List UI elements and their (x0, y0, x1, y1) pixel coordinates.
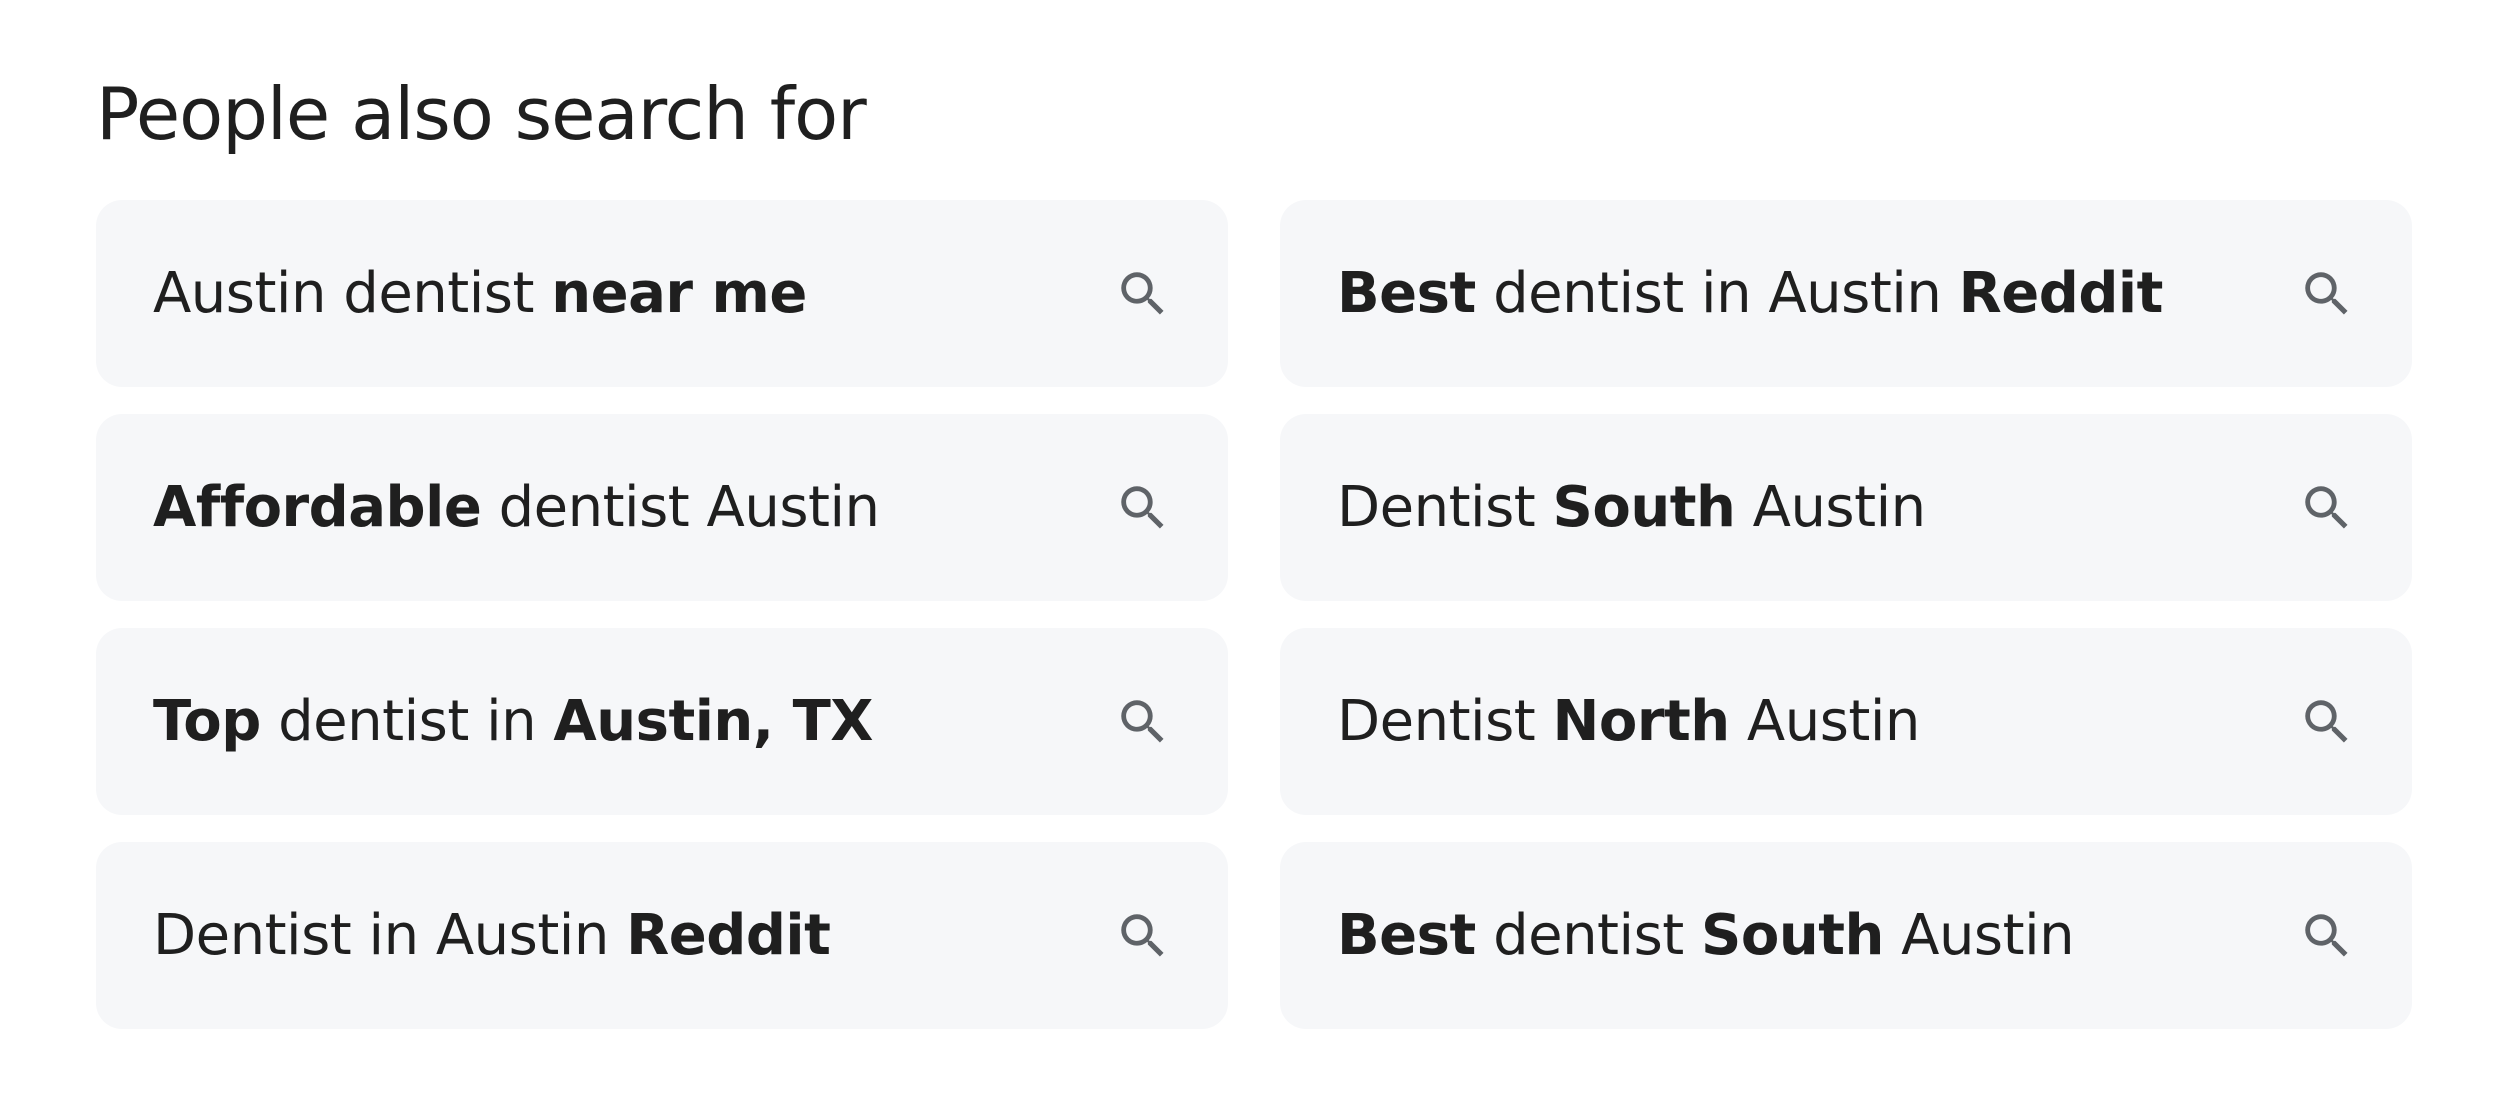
suggestion-label-part: Austin (1735, 474, 1927, 540)
suggestion-label-part: Dentist (1337, 688, 1553, 754)
suggestion-label-bold-part: North (1552, 688, 1731, 754)
search-icon (2305, 485, 2348, 529)
suggestion-chip-5[interactable]: Top dentist in Austin, TX (96, 628, 1228, 815)
suggestion-chip-4[interactable]: Dentist South Austin (1280, 414, 2412, 601)
suggestion-label-part: Austin (1883, 902, 2075, 968)
suggestion-chip-6[interactable]: Dentist North Austin (1280, 628, 2412, 815)
suggestion-label-bold-part: Best (1337, 902, 1476, 968)
suggestion-label-bold-part: Top (153, 688, 261, 754)
search-icon (1121, 913, 1164, 957)
search-icon (1121, 485, 1164, 529)
suggestion-label-part: Austin dentist (153, 260, 552, 326)
suggestion-label-bold-part: South (1701, 902, 1884, 968)
suggestion-label-part: dentist in (260, 688, 554, 754)
suggestion-label: Dentist North Austin (1337, 688, 1920, 755)
suggestion-chip-8[interactable]: Best dentist South Austin (1280, 842, 2412, 1029)
section-title: People also search for (96, 72, 867, 156)
suggestion-label-part: dentist in Austin (1475, 260, 1959, 326)
suggestion-label-bold-part: Austin, TX (553, 688, 873, 754)
suggestion-label-bold-part: near me (551, 260, 807, 326)
suggestion-label-bold-part: Best (1337, 260, 1476, 326)
suggestion-chip-3[interactable]: Affordable dentist Austin (96, 414, 1228, 601)
suggestion-label-part: dentist (1475, 902, 1702, 968)
suggestion-label-bold-part: South (1552, 474, 1736, 540)
suggestion-label-bold-part: Reddit (1958, 260, 2164, 326)
search-icon (1121, 271, 1164, 315)
suggestion-label: Affordable dentist Austin (153, 474, 880, 541)
suggestion-label: Best dentist in Austin Reddit (1337, 260, 2163, 327)
search-icon (1121, 699, 1164, 743)
suggestion-label: Best dentist South Austin (1337, 902, 2075, 969)
suggestion-chip-1[interactable]: Austin dentist near me (96, 200, 1228, 387)
suggestion-label-part: Austin (1729, 688, 1921, 754)
suggestion-chip-7[interactable]: Dentist in Austin Reddit (96, 842, 1228, 1029)
search-icon (2305, 913, 2348, 957)
suggestion-label-bold-part: Reddit (626, 902, 831, 968)
suggestion-chip-2[interactable]: Best dentist in Austin Reddit (1280, 200, 2412, 387)
suggestion-label-part: dentist Austin (481, 474, 880, 540)
suggestion-label-part: Dentist (1337, 474, 1553, 540)
people-also-search-for-section: People also search for Austin dentist ne… (96, 64, 2412, 1029)
suggestion-label-part: Dentist in Austin (153, 902, 627, 968)
suggestion-grid: Austin dentist near me Best dentist in A… (96, 200, 2412, 1029)
search-icon (2305, 699, 2348, 743)
suggestion-label: Dentist in Austin Reddit (153, 902, 831, 969)
suggestion-label: Top dentist in Austin, TX (153, 688, 873, 755)
suggestion-label-bold-part: Affordable (153, 474, 482, 540)
suggestion-label: Austin dentist near me (153, 260, 807, 327)
suggestion-label: Dentist South Austin (1337, 474, 1926, 541)
search-icon (2305, 271, 2348, 315)
